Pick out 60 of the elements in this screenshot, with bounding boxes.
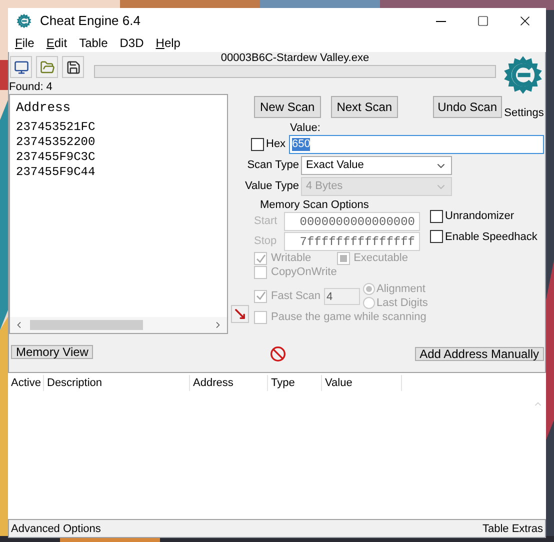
menu-item[interactable]: Edit <box>45 34 68 52</box>
stop-icon[interactable] <box>270 346 286 362</box>
hex-label: Hex <box>266 136 287 152</box>
address-row[interactable]: 237455F9C44 <box>16 164 221 180</box>
value-type-label: Value Type <box>244 179 299 194</box>
found-count: Found: 4 <box>8 80 54 95</box>
memory-scan-options-title: Memory Scan Options <box>259 199 370 211</box>
fast-scan-label: Fast Scan <box>271 290 321 302</box>
menu-item[interactable]: D3D <box>118 34 145 52</box>
scan-type-label: Scan Type <box>246 158 299 174</box>
scan-type-dropdown[interactable]: Exact Value <box>301 156 452 175</box>
column-header[interactable]: Address <box>10 95 227 118</box>
writable-label: Writable <box>271 252 312 265</box>
save-button[interactable] <box>62 56 84 78</box>
window-title: Cheat Engine 6.4 <box>40 12 140 30</box>
menu-item[interactable]: Table <box>78 34 109 52</box>
process-select-button[interactable] <box>10 56 32 78</box>
advanced-options-button[interactable]: Advanced Options <box>11 520 101 538</box>
memory-view-button[interactable]: Memory View <box>11 345 94 359</box>
open-button[interactable] <box>36 56 58 78</box>
table-extras-button[interactable]: Table Extras <box>482 520 543 538</box>
stop-label: Stop <box>254 234 278 250</box>
value-field[interactable]: 650 <box>289 134 544 154</box>
undo-scan-button[interactable]: Undo Scan <box>432 96 502 118</box>
process-name: 00003B6C-Stardew Valley.exe <box>220 52 370 65</box>
scan-button[interactable]: New Scan <box>254 96 321 118</box>
pointer-button[interactable] <box>231 305 249 323</box>
column-header[interactable]: Description <box>44 374 190 392</box>
monitor-icon <box>14 60 28 74</box>
settings-link[interactable]: Settings <box>502 104 546 121</box>
scroll-thumb[interactable] <box>30 320 143 330</box>
maximize-icon <box>477 15 489 27</box>
arrow-icon <box>233 307 247 321</box>
option-label: Enable Speedhack <box>445 230 538 244</box>
scan-button[interactable]: Next Scan <box>330 96 398 118</box>
column-header[interactable]: Address <box>190 374 268 392</box>
checkbox[interactable] <box>430 210 443 223</box>
address-row[interactable]: 23745352200 <box>16 134 221 150</box>
checkbox[interactable] <box>430 230 443 244</box>
option-label: Unrandomizer <box>445 209 514 224</box>
folder-icon <box>40 60 54 74</box>
column-header[interactable]: Type <box>268 374 322 392</box>
column-header[interactable]: Active <box>8 374 44 392</box>
minimize-icon <box>436 20 446 22</box>
address-row[interactable]: 237455F9C3C <box>16 150 221 164</box>
menu-item[interactable]: Help <box>154 34 182 52</box>
pause-label: Pause the game while scanning <box>271 311 426 324</box>
radio-label: Last Digits <box>376 296 428 310</box>
menu-item[interactable]: File <box>14 34 36 52</box>
add-address-button[interactable]: Add Address Manually <box>414 347 544 361</box>
horizontal-scrollbar[interactable] <box>10 317 227 333</box>
checkbox[interactable] <box>251 138 264 150</box>
radio-label: Alignment <box>376 282 426 296</box>
copy-on-write-label: CopyOnWrite <box>271 266 337 279</box>
executable-label: Executable <box>354 252 408 265</box>
address-row[interactable]: 237453521FC <box>16 120 221 134</box>
value-label: Value: <box>289 122 322 134</box>
start-label: Start <box>254 214 278 230</box>
logo-icon <box>16 13 32 29</box>
column-header[interactable]: Value <box>322 374 402 392</box>
